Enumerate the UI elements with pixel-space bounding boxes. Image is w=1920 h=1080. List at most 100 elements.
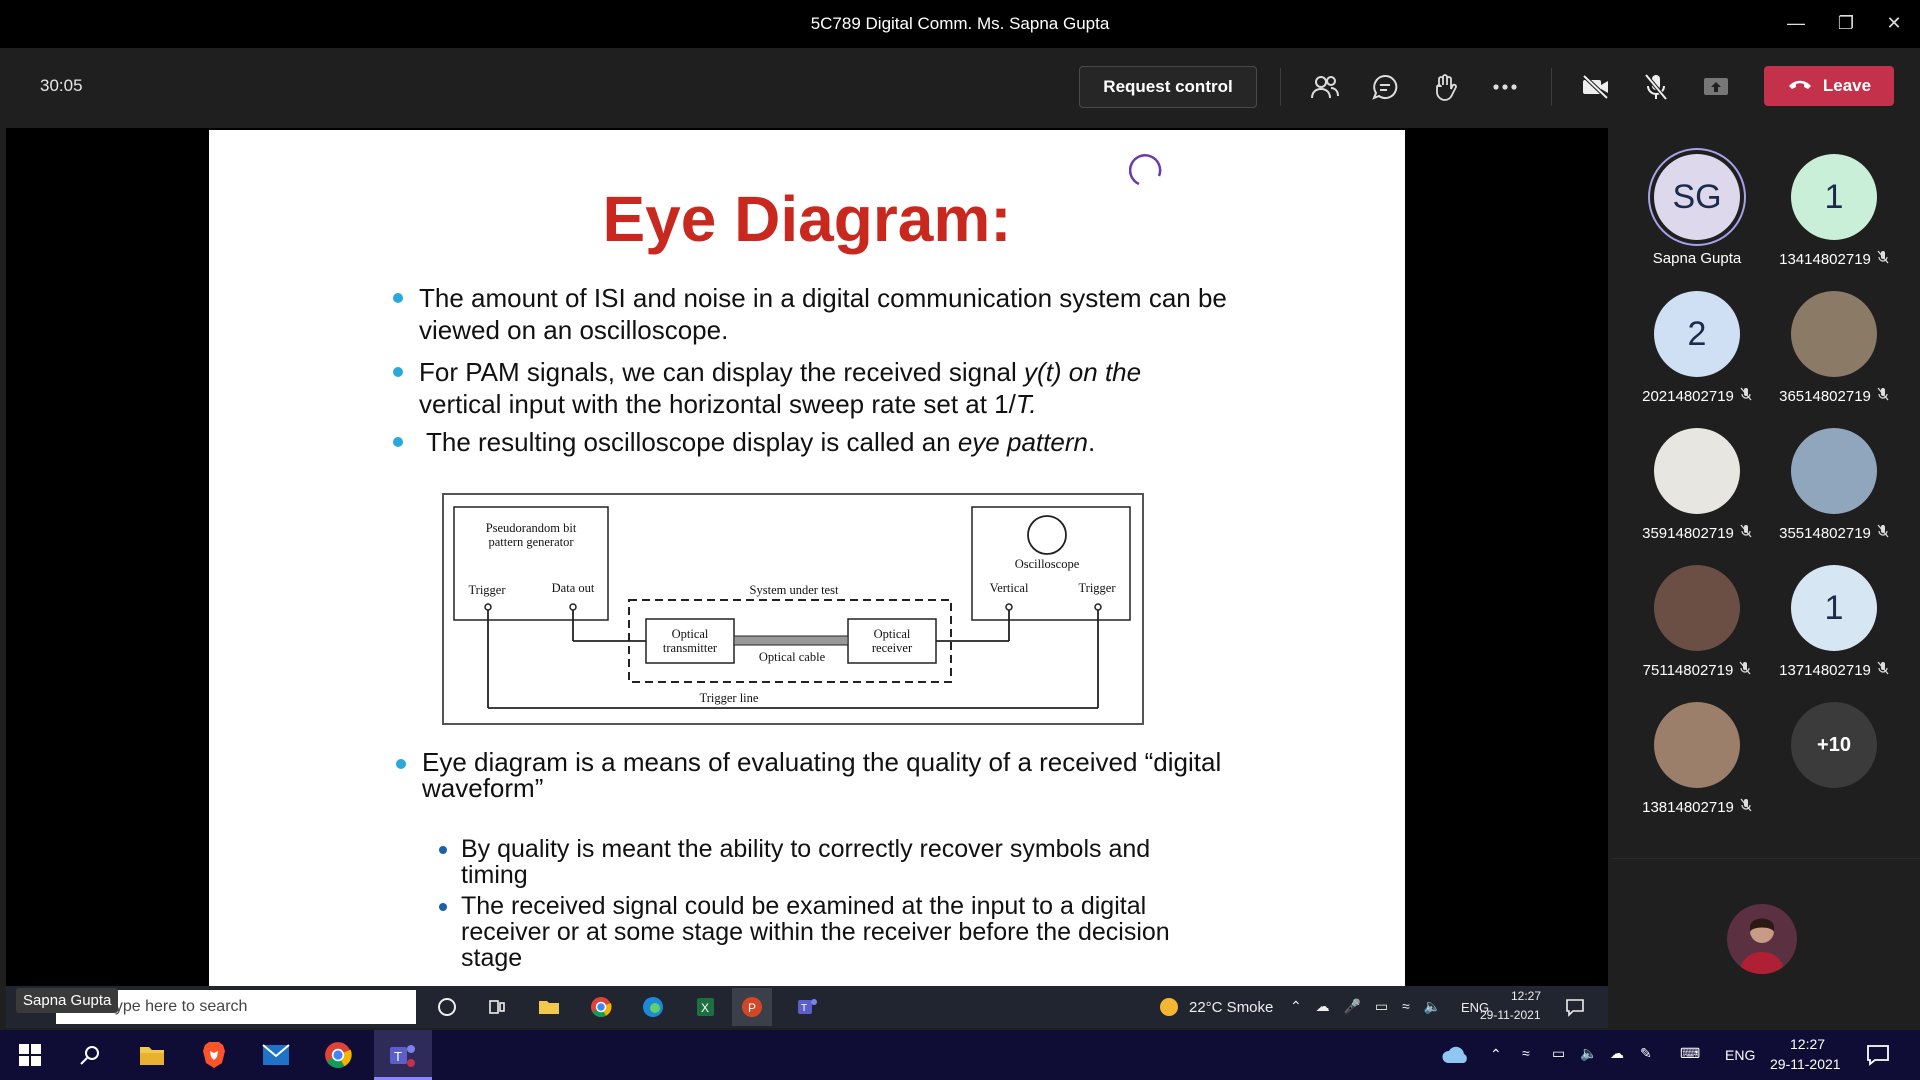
chat-icon[interactable] (1366, 68, 1404, 106)
slide-sub-bullet-1: By quality is meant the ability to corre… (461, 835, 1151, 889)
mail-icon[interactable] (260, 1040, 292, 1070)
toolbar-divider (1551, 68, 1552, 106)
participant-name-text: 20214802719 (1642, 388, 1734, 405)
share-screen-icon[interactable] (1697, 68, 1735, 106)
participant-name: 36514802719 (1759, 387, 1909, 405)
muted-mic-icon (1739, 661, 1751, 679)
participant-name: 13714802719 (1759, 661, 1909, 679)
windows-start-icon[interactable] (14, 1040, 46, 1070)
diagram-label-vertical: Vertical (989, 581, 1029, 595)
request-control-button[interactable]: Request control (1079, 66, 1257, 108)
teams-icon: T (794, 994, 820, 1020)
more-options-icon[interactable] (1486, 68, 1524, 106)
network-icon[interactable]: ≈ (1522, 1045, 1530, 1061)
participant-gallery: SG Sapna Gupta 1 13414802719 2 20214802719 365… (1612, 128, 1920, 990)
meeting-toolbar: 30:05 Request control Leave (0, 48, 1920, 128)
weather-icon (1156, 994, 1182, 1020)
participant-avatar[interactable] (1654, 428, 1740, 514)
pen-icon[interactable]: ✎ (1640, 1045, 1652, 1062)
muted-mic-icon (1740, 524, 1752, 542)
participant-avatar[interactable] (1791, 291, 1877, 377)
task-view-icon (484, 994, 510, 1020)
minimize-button[interactable]: — (1776, 8, 1816, 38)
language-indicator[interactable]: ENG (1725, 1047, 1755, 1063)
shared-screen-taskbar: Type here to search X P T 22°C Smoke ⌃ ☁… (6, 986, 1608, 1028)
chrome-icon[interactable] (322, 1040, 354, 1070)
notification-icon (1562, 994, 1588, 1020)
presenter-name-badge: Sapna Gupta (16, 988, 119, 1013)
cortana-icon (434, 994, 460, 1020)
slide-bullet-4: Eye diagram is a means of evaluating the… (422, 747, 1222, 803)
onedrive-icon[interactable] (1440, 1040, 1472, 1070)
windows-taskbar: T ⌃ ≈ ▭ 🔈 ☁ ✎ ⌨ ENG 12:27 29-11-2021 (0, 1030, 1920, 1080)
cloud-icon: ☁ (1315, 998, 1330, 1014)
slide-sub-bullet-2: The received signal could be examined at… (461, 892, 1170, 972)
camera-off-icon[interactable] (1577, 68, 1615, 106)
participant-avatar[interactable]: 2 (1654, 291, 1740, 377)
mic-off-icon[interactable] (1637, 68, 1675, 106)
participant-avatar[interactable] (1654, 565, 1740, 651)
svg-text:P: P (748, 1001, 756, 1015)
title-bar: 5C789 Digital Comm. Ms. Sapna Gupta — ❐ … (0, 0, 1920, 48)
participant-name-text: 75114802719 (1642, 662, 1734, 679)
raise-hand-icon[interactable] (1426, 68, 1464, 106)
close-button[interactable]: ✕ (1874, 8, 1914, 38)
participant-name-text: 35914802719 (1642, 525, 1734, 542)
hang-up-icon (1787, 76, 1813, 96)
toolbar-divider (1280, 68, 1281, 106)
participants-icon[interactable] (1306, 68, 1344, 106)
chevron-up-icon[interactable]: ⌃ (1490, 1046, 1502, 1063)
svg-text:X: X (701, 1001, 709, 1015)
window-title: 5C789 Digital Comm. Ms. Sapna Gupta (810, 14, 1110, 33)
eye-diagram-setup-figure: Pseudorandom bit pattern generator Trigg… (442, 493, 1144, 725)
keyboard-icon[interactable]: ⌨ (1680, 1045, 1700, 1062)
bullet-dot (393, 437, 403, 447)
participant-name: 13814802719 (1622, 798, 1772, 816)
edge-icon (640, 994, 666, 1020)
slide-bullet-3: The resulting oscilloscope display is ca… (426, 427, 1096, 457)
participant-avatar[interactable]: +10 (1791, 702, 1877, 788)
participant-name: 20214802719 (1622, 387, 1772, 405)
participant-name-text: 13714802719 (1779, 662, 1871, 679)
volume-icon: 🔈 (1423, 998, 1441, 1014)
participant-name-text: 35514802719 (1779, 525, 1871, 542)
muted-mic-icon (1877, 524, 1889, 542)
chevron-up-icon: ⌃ (1290, 998, 1302, 1014)
slide-title: Eye Diagram: (602, 183, 1012, 255)
muted-mic-icon (1740, 387, 1752, 405)
participant-name-text: 36514802719 (1779, 388, 1871, 405)
teams-icon[interactable]: T (386, 1040, 418, 1070)
clock-time[interactable]: 12:27 (1790, 1036, 1825, 1052)
diagram-label-data-out: Data out (551, 581, 595, 595)
volume-icon[interactable]: 🔈 (1580, 1045, 1597, 1062)
restore-button[interactable]: ❐ (1826, 8, 1866, 38)
shared-clock-date: 29-11-2021 (1480, 1008, 1541, 1022)
chrome-icon (588, 994, 614, 1020)
participant-avatar[interactable] (1791, 428, 1877, 514)
muted-mic-icon (1877, 387, 1889, 405)
file-explorer-icon[interactable] (136, 1040, 168, 1070)
diagram-label-trigger-line: Trigger line (699, 691, 759, 705)
self-video-avatar[interactable] (1727, 904, 1797, 974)
participant-avatar[interactable]: 1 (1791, 154, 1877, 240)
participant-avatar[interactable] (1654, 702, 1740, 788)
clock-date[interactable]: 29-11-2021 (1770, 1056, 1841, 1072)
gallery-divider (1612, 858, 1920, 859)
diagram-label-optical-transmitter: Optical transmitter (662, 627, 718, 655)
participant-name-text: 13414802719 (1779, 251, 1871, 268)
participant-name: 13414802719 (1759, 250, 1909, 268)
participant-avatar[interactable]: 1 (1791, 565, 1877, 651)
notification-center-icon[interactable] (1862, 1040, 1894, 1070)
powerpoint-icon: P (739, 994, 765, 1020)
participant-name: Sapna Gupta (1622, 250, 1772, 267)
brave-browser-icon[interactable] (198, 1040, 230, 1070)
battery-icon[interactable]: ▭ (1552, 1045, 1565, 1062)
leave-button[interactable]: Leave (1764, 66, 1894, 106)
shared-clock-time: 12:27 (1511, 989, 1542, 1003)
cloud-icon[interactable]: ☁ (1610, 1045, 1624, 1062)
diagram-label-system-under-test: System under test (749, 583, 839, 597)
leave-label: Leave (1822, 76, 1872, 95)
participant-avatar[interactable]: SG (1654, 154, 1740, 240)
search-icon[interactable] (74, 1040, 106, 1070)
muted-mic-icon (1877, 250, 1889, 268)
